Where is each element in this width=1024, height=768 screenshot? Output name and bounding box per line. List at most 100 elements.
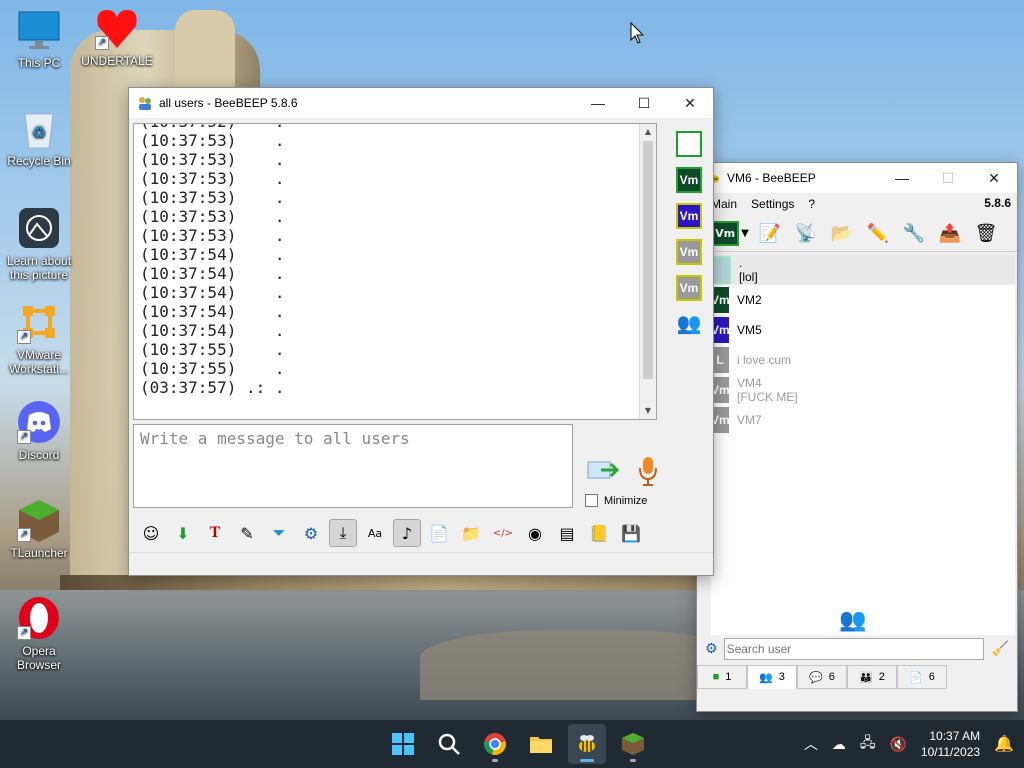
user-row[interactable]: Vm VM2	[711, 285, 1015, 315]
desktop-icon-tlauncher[interactable]: ↗ TLauncher	[0, 498, 78, 560]
tab-count: 6	[828, 671, 835, 683]
search-button[interactable]	[430, 724, 468, 764]
running-indicator	[580, 759, 594, 762]
group-members-icon[interactable]: 👥	[669, 311, 709, 335]
tab-group-chats[interactable]: 💬 6	[797, 665, 847, 689]
color-drop-icon[interactable]: ⬇	[169, 519, 197, 547]
network-icon[interactable]: 📡	[793, 220, 819, 246]
user-name: i love cum	[737, 353, 792, 367]
chrome-button[interactable]	[476, 724, 514, 764]
desktop-icon-opera[interactable]: ↗ Opera Browser	[0, 596, 78, 672]
gear-icon[interactable]: ⚙	[705, 641, 718, 657]
edit-profile-icon[interactable]: 📝	[757, 220, 783, 246]
taskbar-apps	[384, 720, 652, 768]
music-note-icon[interactable]: ♪	[393, 519, 421, 547]
clock[interactable]: 10:37 AM 10/11/2023	[921, 728, 980, 760]
minecraft-taskbar-button[interactable]	[614, 724, 652, 764]
beebeep-taskbar-button[interactable]	[568, 724, 606, 764]
desktop-icon-undertale[interactable]: ↗ UNDERTALE	[78, 6, 156, 68]
send-folder-icon[interactable]: 📁	[457, 519, 485, 547]
settings-icon[interactable]: ⚙	[297, 519, 325, 547]
chat-log[interactable]: (10:37:52) . (10:37:53) . (10:37:53) . (…	[133, 123, 657, 420]
color-picker-icon[interactable]: ✎	[233, 519, 261, 547]
tools-icon[interactable]: 🔧	[901, 220, 927, 246]
network-icon[interactable]: 🖧	[860, 732, 876, 756]
chat-line: (10:37:54) .	[140, 245, 285, 264]
message-input[interactable]: Write a message to all users	[133, 424, 573, 508]
user-list[interactable]: . [lol] Vm VM2 Vm VM5 L i love cum Vm VM…	[711, 255, 1015, 635]
user-row[interactable]: . [lol]	[711, 255, 1015, 285]
desktop-icon-vmware[interactable]: ↗ VMware Workstati...	[0, 300, 78, 376]
user-row[interactable]: Vm VM4 [FUCK ME]	[711, 375, 1015, 405]
checkbox-box[interactable]	[585, 494, 598, 507]
member-avatar[interactable]: Vm	[676, 167, 702, 193]
clock-date: 10/11/2023	[920, 745, 981, 759]
pencil-icon[interactable]: ✏️	[865, 220, 891, 246]
scroll-up-icon[interactable]: ▲	[640, 124, 656, 140]
font-icon[interactable]: T	[201, 519, 229, 547]
maximize-button[interactable]: ☐	[621, 88, 667, 118]
download-icon[interactable]: ⤓	[329, 519, 357, 547]
microphone-icon[interactable]	[637, 456, 659, 486]
chevron-up-icon[interactable]: ︿	[804, 734, 818, 754]
member-avatar[interactable]: Vm	[676, 239, 702, 265]
minimize-button[interactable]: —	[575, 88, 621, 118]
maximize-button[interactable]: ☐	[925, 163, 971, 193]
status-avatar-button[interactable]: Vm ▼	[711, 220, 749, 246]
desktop-icon-discord[interactable]: ↗ Discord	[0, 400, 78, 462]
cloud-icon[interactable]: ☁	[832, 736, 846, 753]
clear-search-icon[interactable]: 🧹	[992, 641, 1009, 657]
menu-help[interactable]: ?	[808, 197, 815, 211]
scroll-down-icon[interactable]: ▼	[640, 403, 656, 419]
start-button[interactable]	[384, 724, 422, 764]
screenshot-icon[interactable]: ◉	[521, 519, 549, 547]
send-message-icon[interactable]	[587, 458, 619, 484]
trash-icon[interactable]: 🗑	[973, 220, 999, 246]
tab-files[interactable]: 📄 6	[897, 665, 947, 689]
notification-bell-icon[interactable]: 🔔	[994, 734, 1014, 754]
update-icon[interactable]: 📤	[937, 220, 963, 246]
chat-line: (10:37:53) .	[140, 150, 285, 169]
menu-settings[interactable]: Settings	[751, 197, 794, 211]
html-code-icon[interactable]: </>	[489, 519, 517, 547]
notes-icon[interactable]: 📒	[585, 519, 613, 547]
file-explorer-button[interactable]	[522, 724, 560, 764]
chat-line: (10:37:54) .	[140, 264, 285, 283]
user-row[interactable]: L i love cum	[711, 345, 1015, 375]
member-avatar[interactable]: Vm	[676, 275, 702, 301]
user-row[interactable]: Vm VM7	[711, 405, 1015, 435]
folder-icon[interactable]: 📂	[829, 220, 855, 246]
menu-main[interactable]: Main	[711, 197, 737, 211]
chat-scrollbar[interactable]: ▲ ▼	[639, 124, 656, 419]
emoticon-icon[interactable]: ☺	[137, 519, 165, 547]
chat-titlebar[interactable]: all users - BeeBEEP 5.8.6 — ☐ ✕	[129, 88, 713, 118]
close-button[interactable]: ✕	[971, 163, 1017, 193]
user-name: VM2	[737, 293, 762, 307]
running-indicator	[492, 759, 498, 762]
member-avatar[interactable]	[676, 131, 702, 157]
filter-icon[interactable]: ⏷	[265, 519, 293, 547]
desktop-icon-this-pc[interactable]: This PC	[0, 8, 78, 70]
desktop-icon-label: UNDERTALE	[81, 54, 153, 68]
vm6-beebeep-window[interactable]: VM6 - BeeBEEP — ☐ ✕ Main Settings ? 5.8.…	[696, 162, 1018, 712]
save-icon[interactable]: 💾	[617, 519, 645, 547]
tab-groups[interactable]: 👪 2	[847, 665, 897, 689]
chat-window[interactable]: all users - BeeBEEP 5.8.6 — ☐ ✕ (10:37:5…	[128, 87, 714, 576]
send-file-icon[interactable]: 📄	[425, 519, 453, 547]
system-tray: ︿ ☁ 🖧 🔇 10:37 AM 10/11/2023 🔔	[804, 720, 1014, 768]
minimize-checkbox[interactable]: Minimize	[585, 494, 647, 507]
member-avatar[interactable]: Vm	[676, 203, 702, 229]
search-user-input[interactable]	[723, 638, 984, 660]
close-button[interactable]: ✕	[667, 88, 713, 118]
vm6-titlebar[interactable]: VM6 - BeeBEEP — ☐ ✕	[697, 163, 1017, 193]
desktop-icon-learn-picture[interactable]: Learn about this picture	[0, 206, 78, 282]
tab-chats[interactable]: ■ 1	[697, 665, 747, 689]
minimize-button[interactable]: —	[879, 163, 925, 193]
spellcheck-icon[interactable]: Aa	[361, 519, 389, 547]
tab-users[interactable]: 👥 3	[747, 665, 797, 689]
user-row[interactable]: Vm VM5	[711, 315, 1015, 345]
volume-muted-icon[interactable]: 🔇	[889, 736, 906, 753]
terminal-icon[interactable]: ▤	[553, 519, 581, 547]
desktop-icon-recycle-bin[interactable]: ♻ Recycle Bin	[0, 106, 78, 168]
scroll-thumb[interactable]	[643, 141, 653, 379]
